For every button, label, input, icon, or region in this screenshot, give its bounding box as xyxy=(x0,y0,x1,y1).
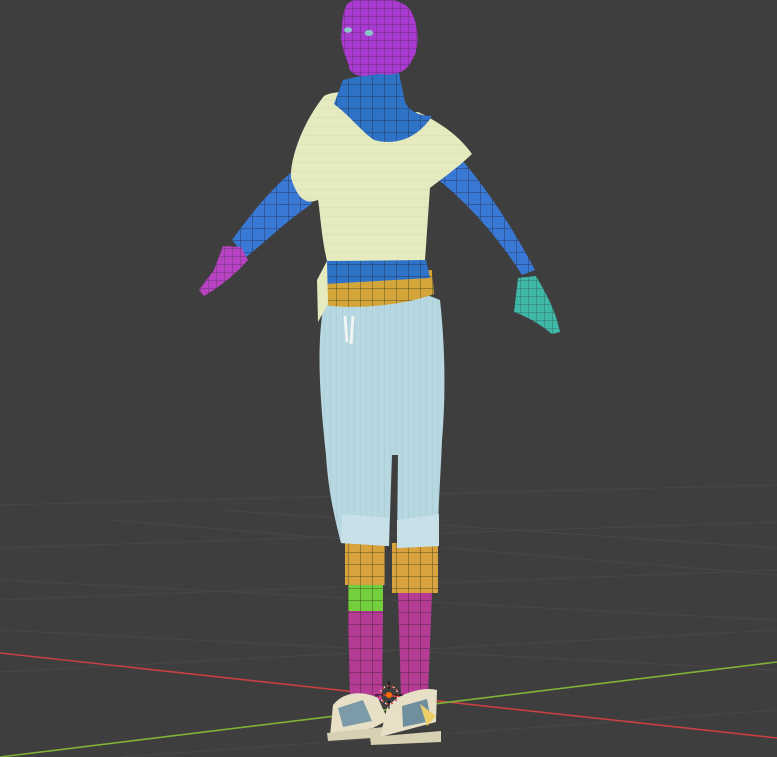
left-hand[interactable] xyxy=(199,246,248,296)
pants[interactable] xyxy=(319,289,445,548)
right-hand[interactable] xyxy=(514,276,560,334)
character-model[interactable] xyxy=(199,0,560,745)
right-leg[interactable] xyxy=(392,543,438,697)
viewport-canvas[interactable] xyxy=(0,0,777,757)
head[interactable] xyxy=(341,0,418,76)
3d-viewport[interactable] xyxy=(0,0,777,757)
left-leg[interactable] xyxy=(345,540,385,700)
left-shoe[interactable] xyxy=(327,693,388,741)
